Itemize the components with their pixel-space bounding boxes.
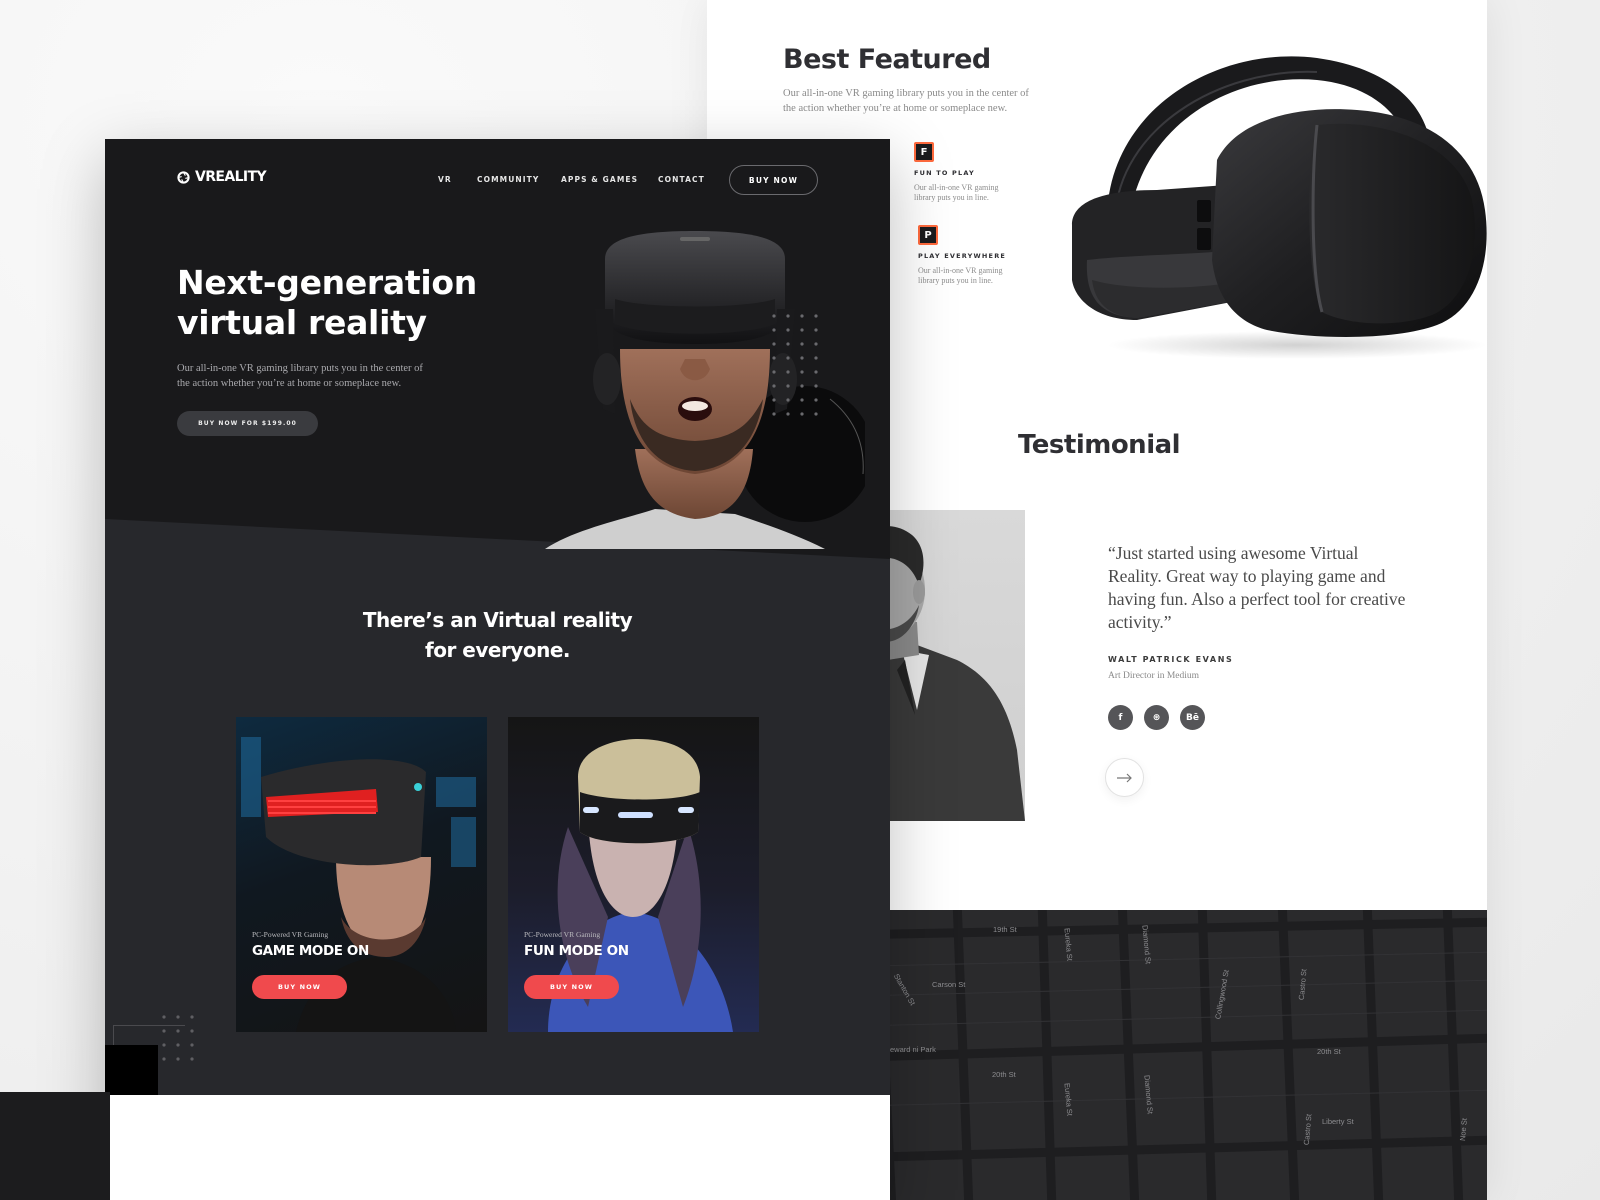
decorative-dark-strip (0, 1092, 110, 1200)
feature-badge-icon: F (914, 142, 934, 162)
feature-title: FUN TO PLAY (914, 169, 975, 177)
map-label: eward ni Park (890, 1045, 936, 1054)
map-label: Liberty St (1322, 1117, 1354, 1126)
card-subtitle: PC-Powered VR Gaming (524, 930, 601, 939)
nav-item-apps-games[interactable]: APPS & GAMES (561, 175, 638, 184)
card-buy-now-button[interactable]: BUY NOW (524, 975, 619, 999)
nav-item-community[interactable]: COMMUNITY (477, 175, 539, 184)
front-page: VREALITY VR COMMUNITY APPS & GAMES CONTA… (105, 139, 890, 1200)
dribbble-icon[interactable]: ⊛ (1144, 705, 1169, 730)
behance-icon[interactable]: Bē (1180, 705, 1205, 730)
hero-title-line1: Next-generation (177, 263, 477, 302)
decorative-dots-corner (162, 1015, 194, 1061)
card-game-mode[interactable]: PC-Powered VR Gaming GAME MODE ON BUY NO… (236, 717, 487, 1032)
arrow-right-icon (1116, 773, 1132, 782)
map-label: Carson St (932, 980, 966, 989)
section-title-line2: for everyone. (425, 638, 570, 662)
logo-icon (177, 170, 190, 184)
hero-title-line2: virtual reality (177, 303, 427, 342)
card-title: FUN MODE ON (524, 943, 629, 959)
map-label: 20th St (992, 1070, 1016, 1079)
card-subtitle: PC-Powered VR Gaming (252, 930, 329, 939)
best-featured-title: Best Featured (783, 44, 991, 75)
next-testimonial-button[interactable] (1105, 758, 1144, 797)
testimonial-role: Art Director in Medium (1108, 671, 1200, 681)
feature-play-everywhere: P PLAY EVERYWHERE Our all-in-one VR gami… (918, 225, 1038, 286)
testimonial-author: WALT PATRICK EVANS (1108, 655, 1234, 664)
feature-text: Our all-in-one VR gaming library puts yo… (914, 183, 999, 202)
hero-description: Our all-in-one VR gaming library puts yo… (177, 363, 423, 389)
testimonial-quote: “Just started using awesome Virtual Real… (1108, 543, 1406, 632)
decorative-dots-hero (772, 314, 818, 416)
section-title-line1: There’s an Virtual reality (362, 608, 633, 632)
card-buy-now-button[interactable]: BUY NOW (252, 975, 347, 999)
decorative-black-square (105, 1045, 158, 1095)
social-links: f ⊛ Bē (1108, 705, 1205, 730)
card-title: GAME MODE ON (252, 943, 369, 959)
vr-headset-image (1072, 56, 1487, 359)
nav-item-vr[interactable]: VR (438, 175, 452, 184)
header-buy-now-button[interactable]: BUY NOW (729, 165, 818, 195)
hero-buy-button[interactable]: BUY NOW FOR $199.00 (177, 411, 318, 436)
brand-name: VREALITY (195, 169, 267, 185)
testimonial-title: Testimonial (1018, 430, 1181, 460)
hero-title: Next-generation virtual reality (177, 263, 507, 343)
feature-title: PLAY EVERYWHERE (918, 252, 1007, 260)
feature-badge-icon: P (918, 225, 938, 245)
map-label: 20th St (1317, 1047, 1341, 1056)
feature-text: Our all-in-one VR gaming library puts yo… (918, 266, 1003, 285)
brand-logo[interactable]: VREALITY (177, 169, 267, 185)
footer-blank-area (105, 1095, 890, 1200)
facebook-icon[interactable]: f (1108, 705, 1133, 730)
card-fun-mode[interactable]: PC-Powered VR Gaming FUN MODE ON BUY NOW (508, 717, 759, 1032)
feature-fun-to-play: F FUN TO PLAY Our all-in-one VR gaming l… (914, 142, 1034, 203)
section-title: There’s an Virtual reality for everyone. (105, 605, 890, 665)
map-label: 19th St (993, 925, 1017, 934)
best-featured-description: Our all-in-one VR gaming library puts yo… (783, 88, 1029, 114)
nav-item-contact[interactable]: CONTACT (658, 175, 705, 184)
